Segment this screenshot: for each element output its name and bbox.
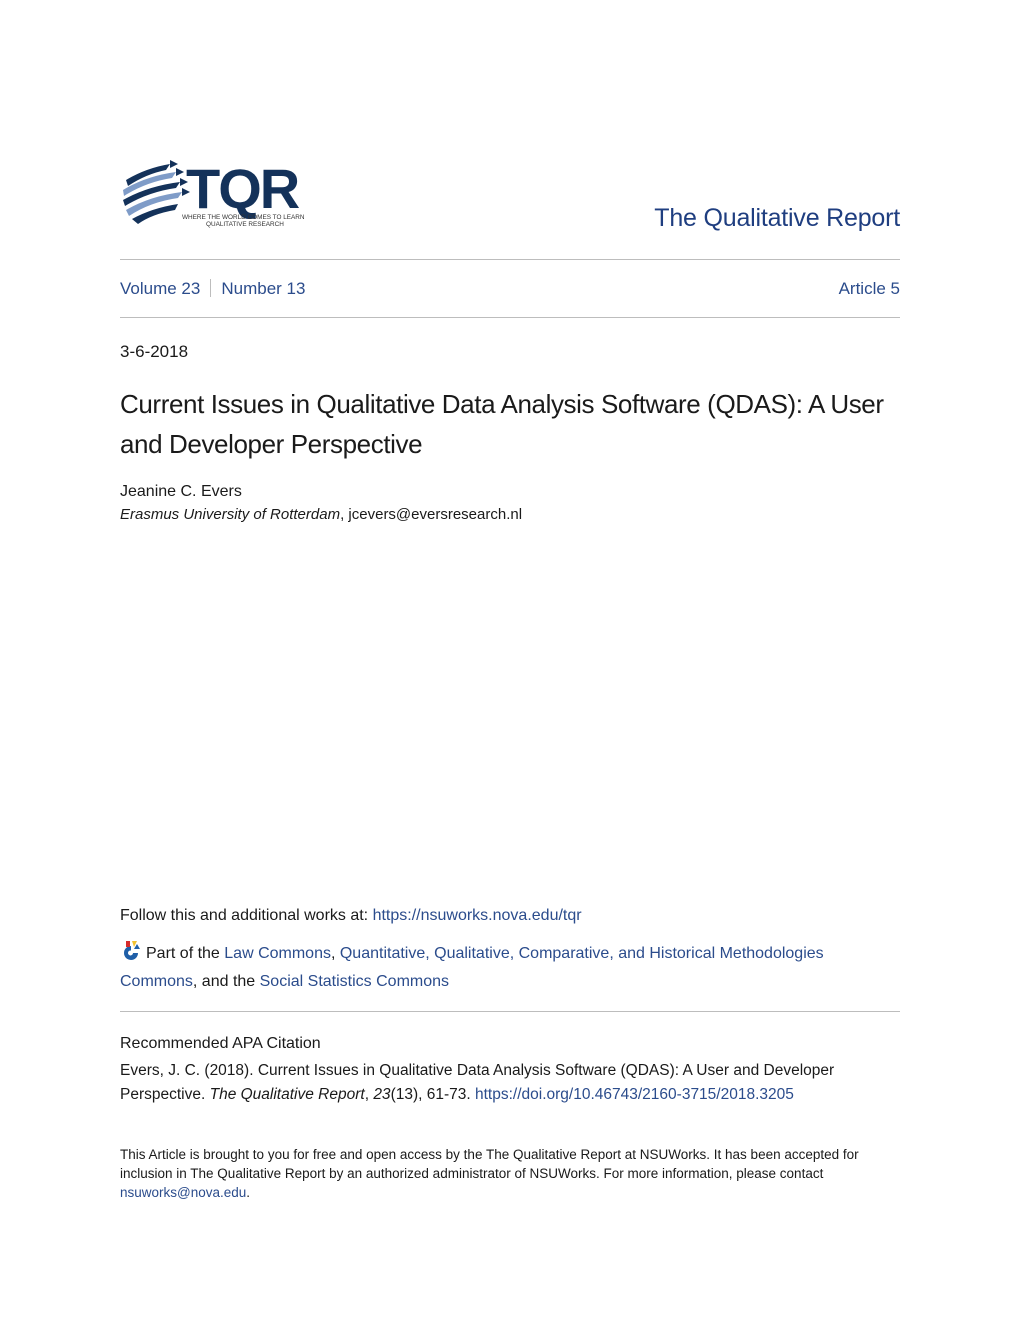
network-commons-icon bbox=[120, 940, 142, 962]
citation-volume: 23 bbox=[373, 1086, 391, 1103]
citation-issue-pages: (13), 61-73. bbox=[390, 1086, 475, 1103]
citation-journal: The Qualitative Report bbox=[209, 1086, 365, 1103]
journal-title-link[interactable]: The Qualitative Report bbox=[654, 204, 900, 233]
divider-top bbox=[120, 259, 900, 260]
logo-tagline-2: QUALITATIVE RESEARCH bbox=[206, 221, 284, 228]
globe-arrows-icon: TQR WHERE THE WORLD COMES TO LEARN QUALI… bbox=[122, 157, 305, 228]
follow-prefix: Follow this and additional works at: bbox=[120, 907, 373, 924]
publication-date: 3-6-2018 bbox=[120, 342, 189, 361]
part-of-prefix: Part of the bbox=[146, 945, 225, 962]
issue-separator bbox=[210, 279, 212, 297]
follow-line: Follow this and additional works at: htt… bbox=[120, 907, 582, 925]
author-email: jcevers@eversresearch.nl bbox=[348, 506, 523, 523]
tqr-logo: TQR WHERE THE WORLD COMES TO LEARN QUALI… bbox=[120, 157, 320, 233]
access-notice: This Article is brought to you for free … bbox=[120, 1145, 900, 1202]
part-of-separator-1: , bbox=[330, 945, 340, 962]
part-of-separator-2: , and the bbox=[192, 973, 260, 990]
doi-link[interactable]: https://doi.org/10.46743/2160-3715/2018.… bbox=[475, 1086, 794, 1103]
citation-text: Evers, J. C. (2018). Current Issues in Q… bbox=[120, 1059, 900, 1107]
access-notice-end: . bbox=[246, 1185, 251, 1200]
access-notice-text: This Article is brought to you for free … bbox=[120, 1147, 859, 1181]
article-title: Current Issues in Qualitative Data Analy… bbox=[120, 389, 884, 459]
volume-link[interactable]: Volume 23 bbox=[120, 279, 200, 298]
divider-middle bbox=[120, 317, 900, 318]
author-affiliation-line: Erasmus University of Rotterdam, jcevers… bbox=[120, 506, 522, 523]
social-statistics-commons-link[interactable]: Social Statistics Commons bbox=[260, 973, 449, 990]
divider-bottom bbox=[120, 1011, 900, 1012]
tqr-url-link[interactable]: https://nsuworks.nova.edu/tqr bbox=[373, 907, 582, 924]
contact-email-link[interactable]: nsuworks@nova.edu bbox=[120, 1185, 246, 1200]
citation-heading: Recommended APA Citation bbox=[120, 1035, 321, 1052]
author-name: Jeanine C. Evers bbox=[120, 483, 242, 500]
author-affiliation: Erasmus University of Rotterdam bbox=[120, 506, 341, 523]
logo-tagline-1: WHERE THE WORLD COMES TO LEARN bbox=[182, 214, 305, 221]
part-of-line: Part of the Law Commons, Quantitative, Q… bbox=[120, 940, 900, 996]
number-link[interactable]: Number 13 bbox=[221, 279, 305, 298]
logo-wordmark: TQR bbox=[186, 158, 300, 220]
article-link[interactable]: Article 5 bbox=[839, 279, 900, 299]
law-commons-link[interactable]: Law Commons bbox=[224, 945, 331, 962]
